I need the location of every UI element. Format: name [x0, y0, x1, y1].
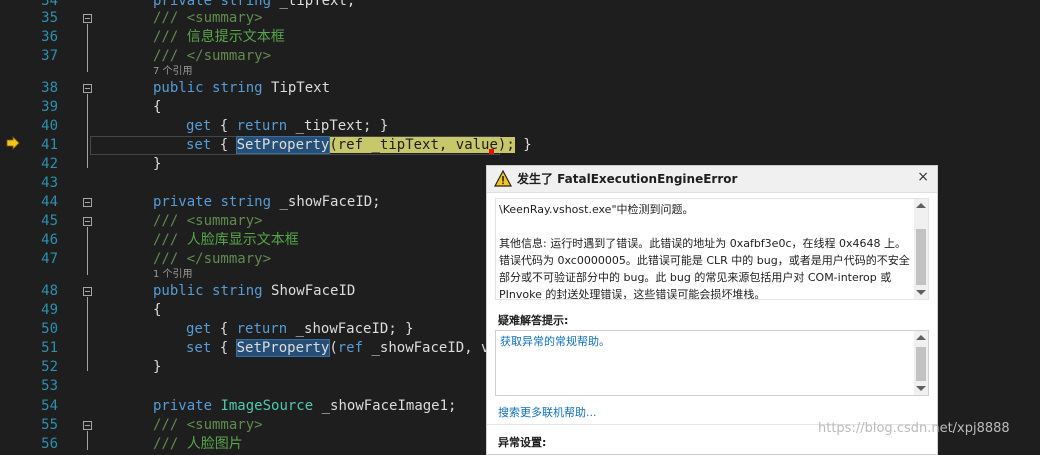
- current-statement-highlight: SetProperty(ref _tipText, value);: [235, 136, 515, 154]
- reference-count-link[interactable]: 7 个引用: [153, 66, 193, 78]
- code-line[interactable]: {: [153, 98, 161, 117]
- line-number: 40: [41, 118, 58, 134]
- code-line[interactable]: {: [153, 301, 161, 320]
- code-line-current-statement[interactable]: set { SetProperty(ref _tipText, value); …: [186, 136, 532, 155]
- reference-count-link[interactable]: 1 个引用: [153, 269, 193, 281]
- line-number: 52: [41, 359, 58, 375]
- exception-message: \KeenRay.vshost.exe"中检测到问题。 其他信息: 运行时遇到了…: [499, 201, 911, 300]
- code-line[interactable]: private ImageSource _showFaceImage1;: [153, 397, 456, 416]
- line-number: 46: [41, 232, 58, 248]
- collapse-region-icon[interactable]: [83, 84, 92, 93]
- current-statement-arrow-icon: [6, 136, 20, 150]
- scroll-down-icon[interactable]: [916, 386, 926, 391]
- line-number: 48: [41, 283, 58, 299]
- line-number: 45: [41, 213, 58, 229]
- line-number: 50: [41, 321, 58, 337]
- line-number: 36: [41, 29, 58, 45]
- line-number: 44: [41, 194, 58, 210]
- exception-marker-icon: [489, 149, 494, 154]
- watermark: https://blog.csdn.net/xpj8888: [818, 421, 1010, 436]
- code-line[interactable]: get { return _showFaceID; }: [186, 320, 414, 339]
- indicator-margin: [0, 0, 30, 450]
- message-scrollbar[interactable]: [914, 199, 928, 299]
- fold-guide: [87, 24, 88, 72]
- code-line[interactable]: /// </summary>: [153, 250, 271, 269]
- line-number: 56: [41, 436, 58, 452]
- collapse-region-icon[interactable]: [83, 287, 92, 296]
- troubleshooting-label: 疑难解答提示:: [498, 314, 569, 327]
- scroll-down-icon[interactable]: [916, 290, 926, 295]
- code-line[interactable]: /// 信息提示文本框: [153, 28, 285, 47]
- exception-message-line: \KeenRay.vshost.exe"中检测到问题。: [499, 203, 694, 216]
- tips-scrollbar[interactable]: [914, 331, 928, 395]
- fold-guide: [87, 227, 88, 275]
- exception-message-box[interactable]: \KeenRay.vshost.exe"中检测到问题。 其他信息: 运行时遇到了…: [495, 198, 929, 300]
- code-line[interactable]: }: [153, 358, 161, 377]
- exception-settings-label: 异常设置:: [498, 436, 547, 449]
- collapse-region-icon[interactable]: [83, 198, 92, 207]
- scrollbar-thumb[interactable]: [916, 229, 926, 285]
- code-line[interactable]: set { SetProperty(ref _showFaceID, val: [186, 339, 506, 358]
- line-number: 47: [41, 251, 58, 267]
- troubleshooting-tips-box[interactable]: 获取异常的常规帮助。: [495, 330, 929, 396]
- collapse-region-icon[interactable]: [83, 14, 92, 23]
- line-number: 37: [41, 48, 58, 64]
- code-line[interactable]: /// <summary>: [153, 212, 263, 231]
- line-number: 55: [41, 417, 58, 433]
- code-line[interactable]: /// 人脸图片: [153, 435, 243, 454]
- general-help-link[interactable]: 获取异常的常规帮助。: [500, 333, 610, 349]
- search-online-help-link[interactable]: 搜索更多联机帮助...: [498, 404, 597, 420]
- scrollbar-thumb[interactable]: [916, 347, 926, 381]
- fold-guide: [87, 297, 88, 371]
- exception-header: 发生了 FatalExecutionEngineError ×: [487, 166, 937, 193]
- line-number: 42: [41, 156, 58, 172]
- line-number: 51: [41, 340, 58, 356]
- warning-icon: [494, 170, 512, 187]
- code-line[interactable]: }: [153, 155, 161, 174]
- code-line[interactable]: public string TipText: [153, 79, 330, 98]
- exception-title: 发生了 FatalExecutionEngineError: [517, 172, 738, 186]
- line-number: 39: [41, 99, 58, 115]
- line-number: 53: [41, 378, 58, 394]
- code-line[interactable]: /// 人脸库显示文本框: [153, 231, 299, 250]
- code-line[interactable]: public string ShowFaceID: [153, 282, 355, 301]
- collapse-region-icon[interactable]: [83, 217, 92, 226]
- code-line[interactable]: get { return _tipText; }: [186, 117, 388, 136]
- code-line[interactable]: /// </summary>: [153, 47, 271, 66]
- code-line[interactable]: /// <summary>: [153, 9, 263, 28]
- line-number: 41: [41, 137, 58, 153]
- code-line[interactable]: /// <summary>: [153, 416, 263, 435]
- code-line[interactable]: private string _showFaceID;: [153, 193, 381, 212]
- fold-guide: [87, 431, 88, 450]
- line-number: 43: [41, 175, 58, 191]
- collapse-region-icon[interactable]: [83, 421, 92, 430]
- line-number: 49: [41, 302, 58, 318]
- scroll-up-icon[interactable]: [916, 203, 926, 208]
- scroll-up-icon[interactable]: [916, 335, 926, 340]
- close-button[interactable]: ×: [917, 169, 929, 185]
- exception-helper-popup: 发生了 FatalExecutionEngineError × \KeenRay…: [486, 165, 938, 455]
- line-number: 35: [41, 10, 58, 26]
- line-number: 38: [41, 80, 58, 96]
- line-number: 54: [41, 398, 58, 414]
- fold-guide: [87, 94, 88, 168]
- exception-details: 其他信息: 运行时遇到了错误。此错误的地址为 0xafbf3e0c，在线程 0x…: [499, 237, 910, 300]
